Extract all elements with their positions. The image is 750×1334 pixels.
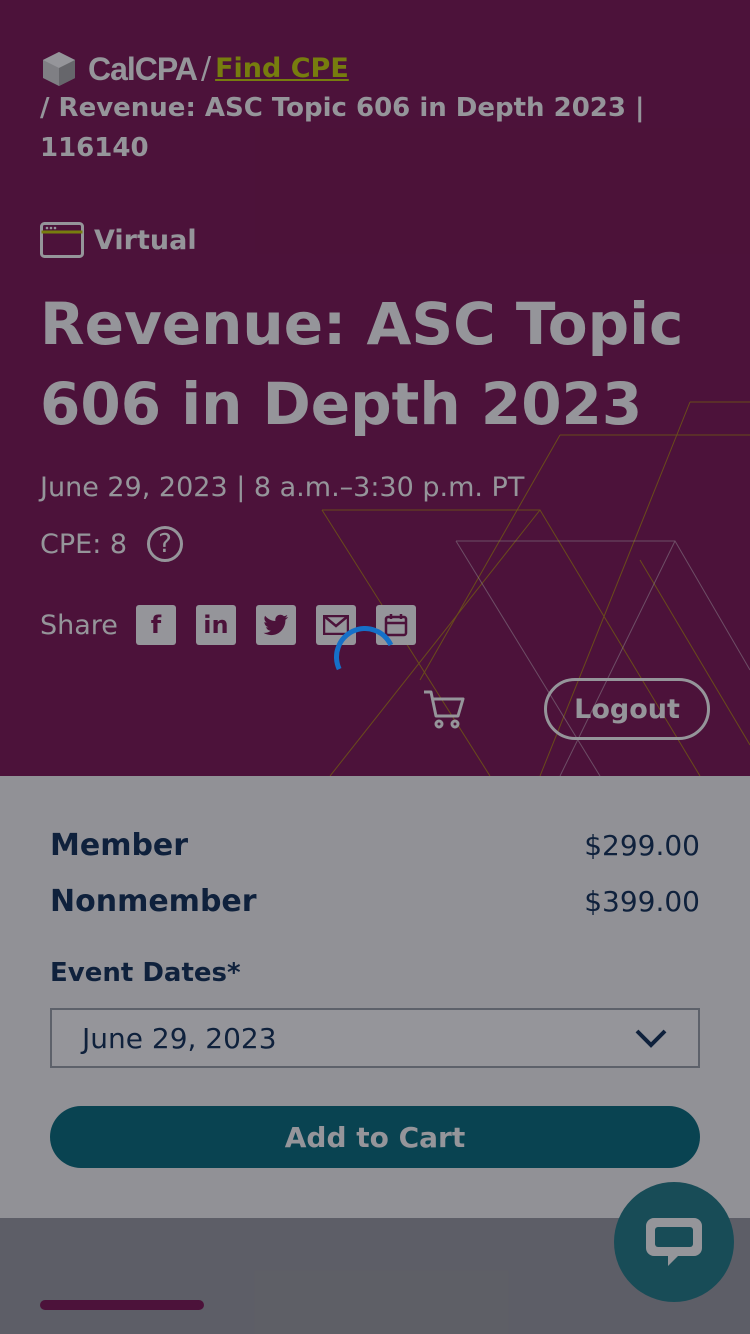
nonmember-price: $399.00 bbox=[584, 885, 700, 918]
chat-bubble-icon bbox=[646, 1218, 702, 1266]
add-to-cart-button[interactable]: Add to Cart bbox=[50, 1106, 700, 1168]
nonmember-label: Nonmember bbox=[50, 884, 257, 919]
logo-text[interactable]: CalCPA bbox=[88, 49, 198, 89]
cart-icon[interactable] bbox=[422, 688, 466, 732]
chat-button[interactable] bbox=[614, 1182, 734, 1302]
linkedin-icon[interactable]: in bbox=[195, 605, 236, 645]
event-title: Revenue: ASC Topic 606 in Depth 2023 bbox=[40, 290, 684, 438]
member-label: Member bbox=[50, 828, 189, 863]
registration-panel: Member $299.00 Nonmember $399.00 Event D… bbox=[0, 776, 750, 1218]
event-date: June 29, 2023 | 8 a.m.–3:30 p.m. PT bbox=[40, 472, 525, 503]
logout-button[interactable]: Logout bbox=[544, 678, 710, 740]
cpe-credits: CPE: 8 ? bbox=[40, 526, 184, 562]
browser-window-icon bbox=[40, 222, 84, 258]
twitter-icon[interactable] bbox=[255, 605, 296, 645]
selected-date: June 29, 2023 bbox=[82, 1021, 277, 1055]
breadcrumb: CalCPA / Find CPE / Revenue: ASC Topic 6… bbox=[40, 50, 680, 168]
calcpa-logo-icon bbox=[43, 52, 75, 86]
share-label: Share bbox=[40, 609, 118, 641]
event-dates-label: Event Dates* bbox=[50, 958, 241, 988]
member-price: $299.00 bbox=[584, 829, 700, 862]
nonmember-price-row: Nonmember $399.00 bbox=[50, 884, 700, 919]
help-icon[interactable]: ? bbox=[147, 526, 184, 562]
bottom-accent-bar bbox=[40, 1300, 204, 1310]
event-date-select[interactable]: June 29, 2023 bbox=[50, 1008, 700, 1068]
chevron-down-icon bbox=[635, 1029, 667, 1048]
breadcrumb-current: / Revenue: ASC Topic 606 in Depth 2023 |… bbox=[40, 93, 645, 163]
cpe-label: CPE: 8 bbox=[40, 528, 128, 560]
breadcrumb-link-find-cpe[interactable]: Find CPE bbox=[215, 49, 349, 89]
member-price-row: Member $299.00 bbox=[50, 828, 700, 863]
facebook-icon[interactable]: f bbox=[135, 605, 176, 645]
format-label: Virtual bbox=[94, 224, 197, 256]
event-format: Virtual bbox=[40, 222, 197, 258]
breadcrumb-separator: / bbox=[200, 51, 212, 86]
